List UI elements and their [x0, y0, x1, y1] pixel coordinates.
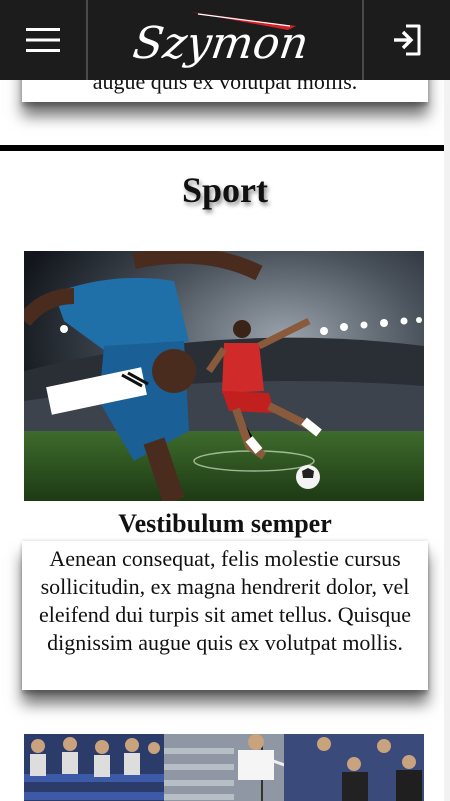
- hamburger-menu-icon: [26, 28, 60, 52]
- sign-in-icon: [394, 24, 421, 56]
- next-article-image[interactable]: [24, 734, 424, 801]
- sign-in-button[interactable]: [364, 0, 450, 80]
- article-summary-text: Aenean consequat, felis molestie cursus …: [38, 546, 412, 655]
- logo-wordmark: Szymon: [130, 18, 312, 69]
- header-divider: [86, 0, 88, 80]
- site-logo[interactable]: Szymon: [120, 6, 320, 76]
- section-heading: Sport: [181, 170, 268, 210]
- top-navigation-bar: Szymon: [0, 0, 450, 80]
- page-scrollbar[interactable]: [444, 80, 450, 801]
- article-summary-card: Aenean consequat, felis molestie cursus …: [22, 541, 428, 690]
- article-image[interactable]: [24, 251, 424, 501]
- section-divider: [0, 145, 450, 151]
- article-title[interactable]: Vestibulum semper: [0, 507, 450, 541]
- menu-button[interactable]: [0, 0, 86, 80]
